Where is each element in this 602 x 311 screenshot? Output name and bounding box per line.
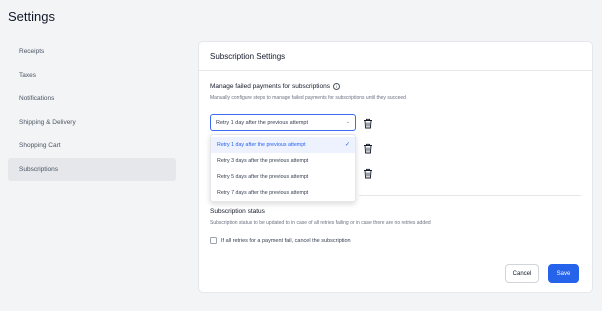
section-divider [359, 195, 581, 196]
cancel-subscription-label: If all retries for a payment fail, cance… [221, 237, 351, 244]
dropdown-option[interactable]: Retry 1 day after the previous attempt ✓ [211, 137, 355, 153]
subscription-settings-card: Subscription Settings Manage failed paym… [198, 41, 593, 293]
cancel-subscription-option[interactable]: If all retries for a payment fail, cance… [210, 237, 351, 244]
settings-sidebar: Receipts Taxes Notifications Shipping & … [8, 40, 176, 181]
sidebar-item-shopping-cart[interactable]: Shopping Cart [8, 134, 176, 158]
dropdown-option-label: Retry 7 days after the previous attempt [217, 190, 309, 196]
cancel-subscription-checkbox[interactable] [210, 237, 217, 244]
dropdown-option[interactable]: Retry 5 days after the previous attempt [211, 169, 355, 185]
retry-select[interactable]: Retry 1 day after the previous attempt ⌄ [210, 114, 356, 131]
card-title: Subscription Settings [199, 42, 592, 71]
failed-payments-title-text: Manage failed payments for subscriptions [210, 83, 330, 90]
trash-icon[interactable] [363, 118, 373, 129]
subscription-status-title: Subscription status [210, 208, 265, 215]
sidebar-item-notifications[interactable]: Notifications [8, 87, 176, 111]
save-button[interactable]: Save [548, 264, 579, 283]
sidebar-item-shipping-delivery[interactable]: Shipping & Delivery [8, 111, 176, 135]
subscription-status-description: Subscription status to be updated to in … [210, 220, 431, 226]
dropdown-option-label: Retry 3 days after the previous attempt [217, 158, 309, 164]
dropdown-option[interactable]: Retry 3 days after the previous attempt [211, 153, 355, 169]
dropdown-option-label: Retry 1 day after the previous attempt [217, 142, 306, 148]
dropdown-option[interactable]: Retry 7 days after the previous attempt [211, 185, 355, 201]
chevron-down-icon: ⌄ [345, 119, 350, 125]
trash-icon[interactable] [363, 143, 373, 154]
page-title: Settings [8, 9, 55, 24]
sidebar-item-subscriptions[interactable]: Subscriptions [8, 157, 176, 181]
cancel-button[interactable]: Cancel [505, 264, 539, 283]
check-icon: ✓ [344, 142, 350, 148]
trash-icon[interactable] [363, 168, 373, 179]
retry-dropdown-menu: Retry 1 day after the previous attempt ✓… [210, 134, 356, 202]
sidebar-item-receipts[interactable]: Receipts [8, 40, 176, 64]
failed-payments-title: Manage failed payments for subscriptions… [210, 83, 340, 90]
retry-select-value: Retry 1 day after the previous attempt [216, 119, 309, 126]
sidebar-item-taxes[interactable]: Taxes [8, 64, 176, 88]
dropdown-option-label: Retry 5 days after the previous attempt [217, 174, 309, 180]
info-icon[interactable]: i [332, 83, 340, 90]
failed-payments-description: Manually configure steps to manage faile… [210, 95, 406, 101]
